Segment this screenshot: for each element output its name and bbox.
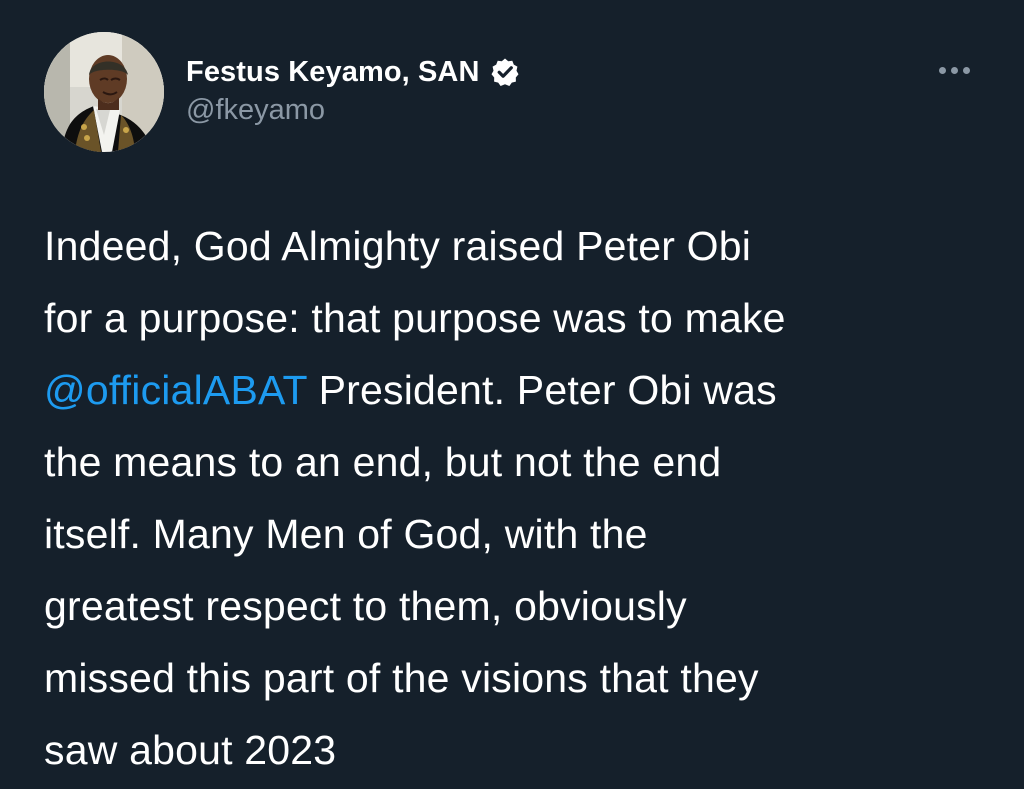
author-display-name[interactable]: Festus Keyamo, SAN [186, 56, 480, 89]
tweet-text-segment: President. Peter Obi was [307, 367, 777, 413]
more-horizontal-icon [938, 66, 946, 74]
tweet-text-segment: missed this part of the visions that the… [44, 655, 759, 701]
mention-link[interactable]: @officialABAT [44, 367, 307, 413]
tweet-text-segment: saw about 2023 [44, 727, 337, 773]
author-name-row: Festus Keyamo, SAN [186, 52, 521, 92]
tweet-text-segment: Indeed, God Almighty raised Peter Obi [44, 223, 752, 269]
tweet-text-line: Indeed, God Almighty raised Peter Obi [44, 210, 1004, 282]
tweet-text-line: greatest respect to them, obviously [44, 570, 1004, 642]
tweet-text-line: for a purpose: that purpose was to make [44, 282, 1004, 354]
more-options-button[interactable] [930, 56, 978, 84]
tweet-text-line: itself. Many Men of God, with the [44, 498, 1004, 570]
tweet-card: Festus Keyamo, SAN @fkeyamo Indeed, God … [0, 0, 1024, 789]
tweet-text-segment: the means to an end, but not the end [44, 439, 722, 485]
author-block: Festus Keyamo, SAN @fkeyamo [186, 52, 521, 127]
tweet-text-segment: greatest respect to them, obviously [44, 583, 687, 629]
verified-badge-icon [489, 56, 521, 88]
tweet-text-line: the means to an end, but not the end [44, 426, 1004, 498]
avatar[interactable] [44, 32, 164, 152]
more-horizontal-icon [962, 66, 970, 74]
tweet-text-segment: for a purpose: that purpose was to make [44, 295, 786, 341]
avatar-portrait-image [44, 32, 164, 152]
tweet-text-line: @officialABAT President. Peter Obi was [44, 354, 1004, 426]
tweet-text-line: saw about 2023 [44, 714, 1004, 786]
tweet-text: Indeed, God Almighty raised Peter Obi fo… [44, 210, 1004, 786]
more-horizontal-icon [950, 66, 958, 74]
author-handle[interactable]: @fkeyamo [186, 94, 521, 127]
tweet-text-segment: itself. Many Men of God, with the [44, 511, 648, 557]
tweet-text-line: missed this part of the visions that the… [44, 642, 1004, 714]
